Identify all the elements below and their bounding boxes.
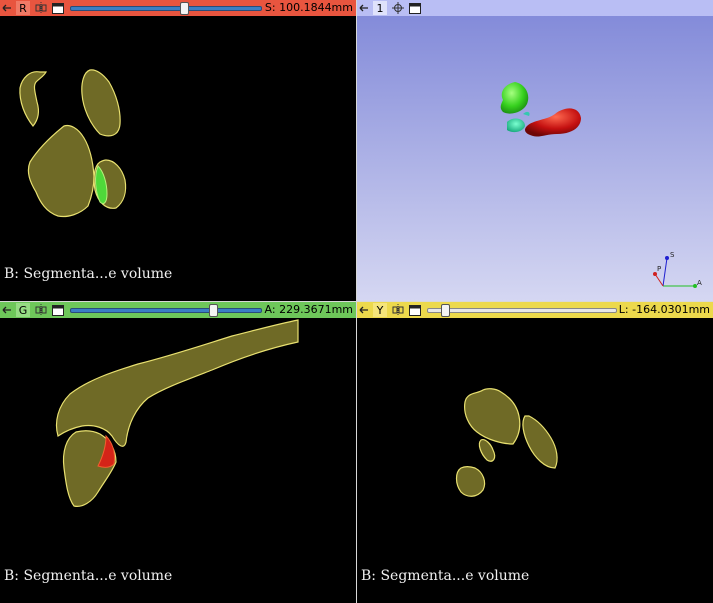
slice-offset-slider[interactable]: [427, 302, 617, 318]
slider-track: [427, 308, 617, 313]
slice-offset-slider[interactable]: [70, 302, 262, 318]
three-d-view[interactable]: 1 S P A: [357, 0, 713, 301]
green-slice-view[interactable]: G A: 229.3671mm B: Segmenta...e volume: [0, 302, 356, 603]
pin-icon[interactable]: [357, 0, 371, 16]
view-caption: B: Segmenta...e volume: [4, 568, 173, 584]
view-divider-horizontal[interactable]: [0, 301, 713, 302]
slice-offset-value[interactable]: A: 229.3671mm: [265, 302, 353, 318]
link-icon[interactable]: [392, 304, 404, 316]
maximize-icon[interactable]: [52, 304, 64, 316]
link-icon[interactable]: [35, 2, 47, 14]
red-view-controller-bar: R S: 100.1844mm: [0, 0, 356, 16]
orientation-axes: S P A: [653, 251, 702, 288]
pin-icon[interactable]: [0, 302, 14, 318]
red-slice-segmentation: [19, 69, 127, 218]
slice-offset-value[interactable]: L: -164.0301mm: [619, 302, 710, 318]
slice-offset-slider[interactable]: [70, 0, 262, 16]
svg-text:S: S: [670, 251, 675, 259]
slider-handle[interactable]: [209, 304, 218, 317]
view-label: 1: [373, 1, 387, 15]
slider-handle[interactable]: [180, 2, 189, 15]
view-caption: B: Segmenta...e volume: [361, 568, 530, 584]
green-slice-segmentation: [55, 319, 299, 507]
svg-text:P: P: [657, 265, 661, 273]
three-d-render: S P A: [500, 82, 702, 288]
yellow-slice-view[interactable]: Y L: -164.0301mm B: Segmenta...e volume: [357, 302, 713, 603]
view-label: G: [16, 303, 30, 317]
maximize-icon[interactable]: [52, 2, 64, 14]
pin-icon[interactable]: [357, 302, 371, 318]
three-d-view-controller-bar: 1: [357, 0, 713, 16]
maximize-icon[interactable]: [409, 304, 421, 316]
slider-track: [70, 308, 262, 313]
view-label: Y: [373, 303, 387, 317]
slider-handle[interactable]: [441, 304, 450, 317]
yellow-slice-segmentation: [455, 388, 558, 497]
maximize-icon[interactable]: [409, 2, 421, 14]
slice-offset-value[interactable]: S: 100.1844mm: [265, 0, 353, 16]
svg-text:A: A: [697, 279, 702, 287]
pin-icon[interactable]: [0, 0, 14, 16]
link-icon[interactable]: [35, 304, 47, 316]
yellow-view-controller-bar: Y L: -164.0301mm: [357, 302, 713, 318]
view-caption: B: Segmenta...e volume: [4, 266, 173, 282]
green-view-controller-bar: G A: 229.3671mm: [0, 302, 356, 318]
slider-track: [70, 6, 262, 11]
red-slice-view[interactable]: R S: 100.1844mm B: Segmenta...e volume: [0, 0, 356, 301]
center-view-icon[interactable]: [392, 2, 404, 14]
view-label: R: [16, 1, 30, 15]
